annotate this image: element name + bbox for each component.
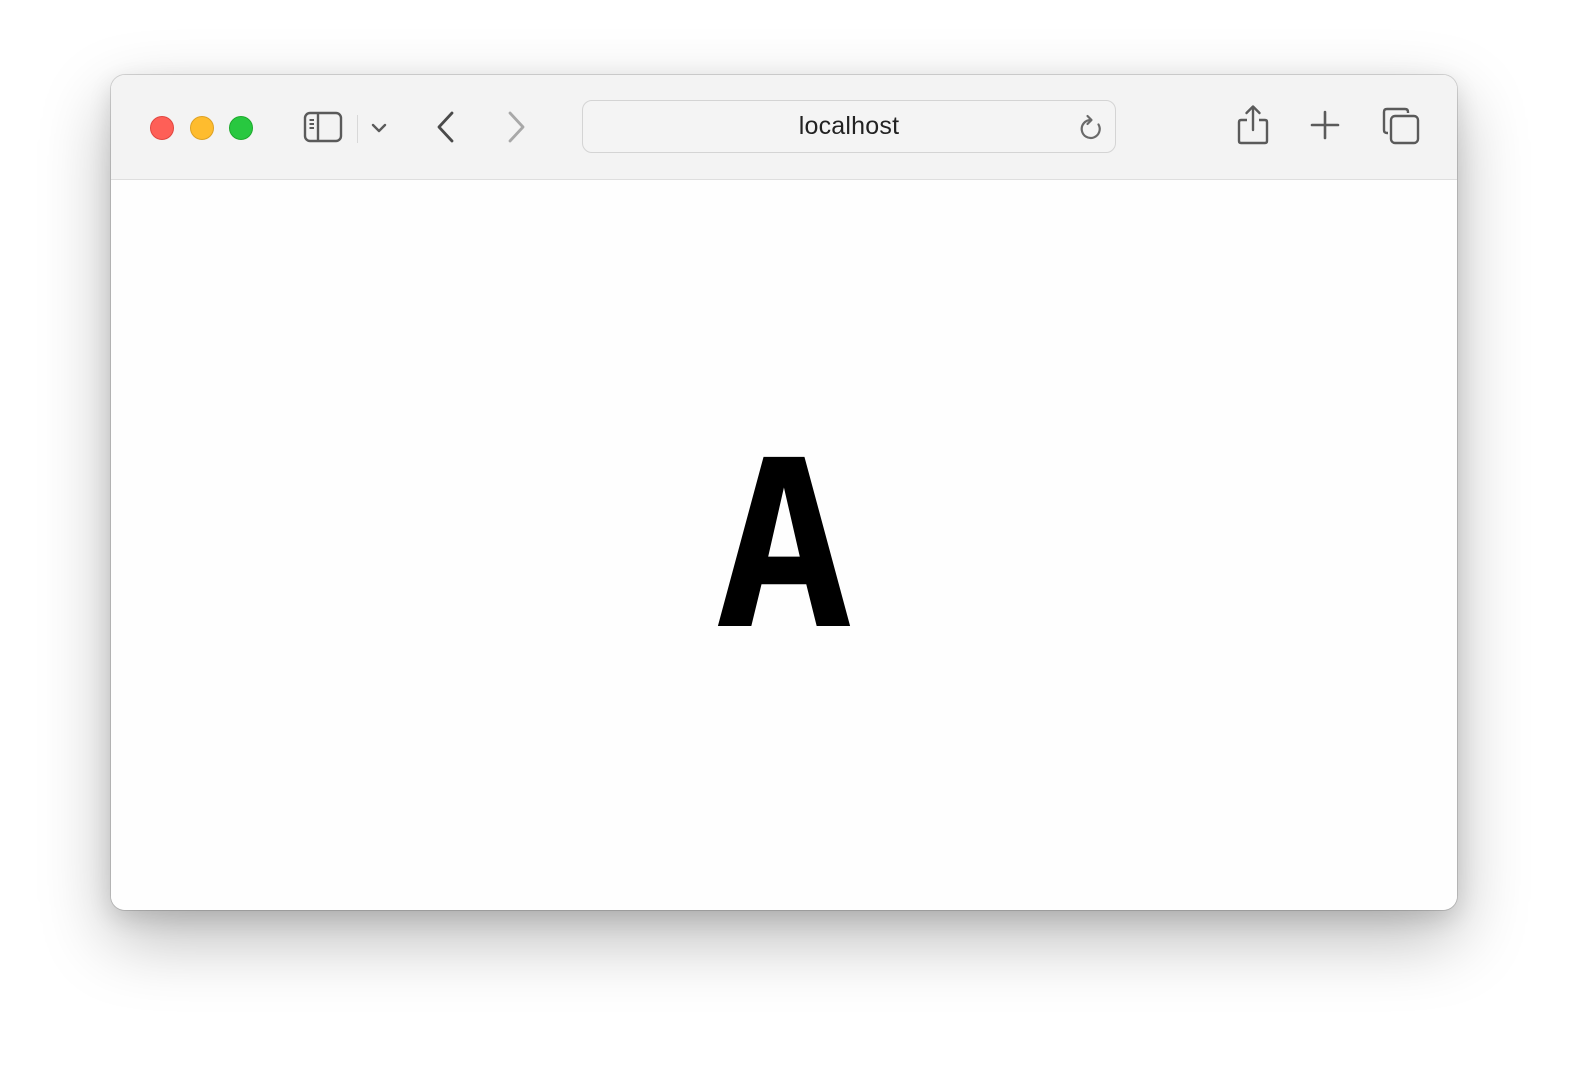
browser-toolbar: localhost: [111, 75, 1457, 180]
new-tab-button[interactable]: [1307, 107, 1343, 143]
address-url[interactable]: localhost: [583, 101, 1115, 152]
sidebar-toggle-button[interactable]: [301, 108, 345, 146]
tab-group-menu-button[interactable]: [367, 115, 391, 141]
forward-button[interactable]: [499, 109, 533, 145]
reload-button[interactable]: [1077, 113, 1105, 143]
tab-overview-button[interactable]: [1382, 107, 1420, 145]
chevron-left-icon: [437, 111, 454, 143]
reload-icon: [1080, 114, 1101, 140]
address-bar[interactable]: localhost: [582, 100, 1116, 153]
share-icon: [1237, 105, 1269, 145]
minimize-window-button[interactable]: [190, 116, 214, 140]
chevron-down-icon: [371, 123, 387, 133]
close-window-button[interactable]: [150, 116, 174, 140]
toolbar-divider: [357, 115, 358, 143]
page-heading-letter: A: [714, 411, 854, 681]
page-content: A: [111, 180, 1457, 910]
plus-icon: [1310, 110, 1340, 140]
browser-window: localhost A: [111, 75, 1457, 910]
share-button[interactable]: [1235, 103, 1271, 147]
maximize-window-button[interactable]: [229, 116, 253, 140]
chevron-right-icon: [508, 111, 525, 143]
tabs-overview-icon: [1382, 107, 1420, 145]
sidebar-icon: [303, 111, 343, 143]
back-button[interactable]: [429, 109, 463, 145]
